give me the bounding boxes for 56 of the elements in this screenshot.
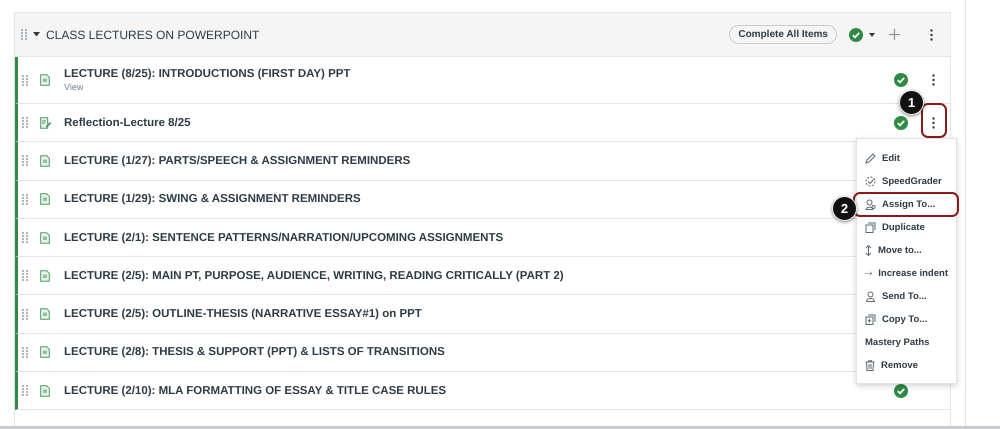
menu-item[interactable]: Copy To... xyxy=(857,308,956,331)
person-icon xyxy=(865,291,876,302)
duplicate-icon xyxy=(865,222,876,233)
edit-document-icon xyxy=(40,116,52,129)
menu-item[interactable]: SpeedGrader xyxy=(857,170,956,193)
drag-handle-icon[interactable] xyxy=(22,385,28,396)
document-icon xyxy=(40,384,50,397)
menu-item[interactable]: Assign To... xyxy=(854,193,958,216)
document-icon xyxy=(40,346,50,358)
check-circle-icon[interactable] xyxy=(849,28,863,42)
drag-handle-icon[interactable] xyxy=(22,155,28,166)
copy-plus-icon xyxy=(865,314,876,325)
document-icon xyxy=(40,308,50,320)
step-marker: 2 xyxy=(832,196,857,221)
menu-item[interactable]: Duplicate xyxy=(857,216,956,239)
drag-handle-icon[interactable] xyxy=(22,194,28,205)
item-title[interactable]: LECTURE (8/25): INTRODUCTIONS (FIRST DAY) PPT xyxy=(64,68,886,80)
pencil-icon xyxy=(865,153,876,164)
step-marker: 1 xyxy=(899,90,924,115)
drag-handle-icon[interactable] xyxy=(21,29,27,40)
document-icon xyxy=(40,270,50,282)
menu-item[interactable]: Increase indent xyxy=(857,262,956,285)
complete-all-button[interactable]: Complete All Items xyxy=(729,25,837,44)
menu-item[interactable]: Send To... xyxy=(857,285,956,308)
vertical-arrows-icon xyxy=(865,245,872,256)
drag-handle-icon[interactable] xyxy=(22,74,28,86)
item-title[interactable]: Reflection-Lecture 8/25 xyxy=(64,116,886,129)
caret-icon[interactable] xyxy=(869,32,875,36)
item-title[interactable]: LECTURE (2/10): MLA FORMATTING OF ESSAY & TITLE CASE RULES xyxy=(64,384,886,397)
item-subtitle: View xyxy=(64,82,84,92)
more-options-icon xyxy=(932,116,934,129)
menu-item[interactable]: Remove xyxy=(857,354,956,377)
drag-handle-icon[interactable] xyxy=(22,270,28,282)
check-circle-icon[interactable] xyxy=(894,116,908,130)
plus-icon[interactable] xyxy=(889,29,900,40)
document-icon xyxy=(40,193,50,206)
drag-handle-icon[interactable] xyxy=(22,346,28,358)
people-icon xyxy=(865,199,876,210)
trash-icon xyxy=(865,360,875,371)
document-icon xyxy=(40,74,50,86)
menu-item[interactable]: Edit xyxy=(857,147,956,170)
drag-handle-icon[interactable] xyxy=(22,117,28,128)
right-arrow-icon xyxy=(865,270,872,277)
more-options-icon xyxy=(930,28,932,40)
check-circle-icon[interactable] xyxy=(894,73,908,87)
drag-handle-icon[interactable] xyxy=(22,232,28,244)
caret-icon[interactable] xyxy=(33,32,40,37)
document-icon xyxy=(40,154,50,167)
module-title: CLASS LECTURES ON POWERPOINT xyxy=(46,28,260,42)
document-icon xyxy=(40,232,50,244)
check-circle-icon[interactable] xyxy=(894,384,908,398)
drag-handle-icon[interactable] xyxy=(22,308,28,320)
more-options-icon xyxy=(932,74,934,86)
menu-item[interactable]: Mastery Paths xyxy=(857,331,956,354)
menu-item[interactable]: Move to... xyxy=(857,239,956,262)
dashed-check-circle-icon xyxy=(865,176,876,187)
